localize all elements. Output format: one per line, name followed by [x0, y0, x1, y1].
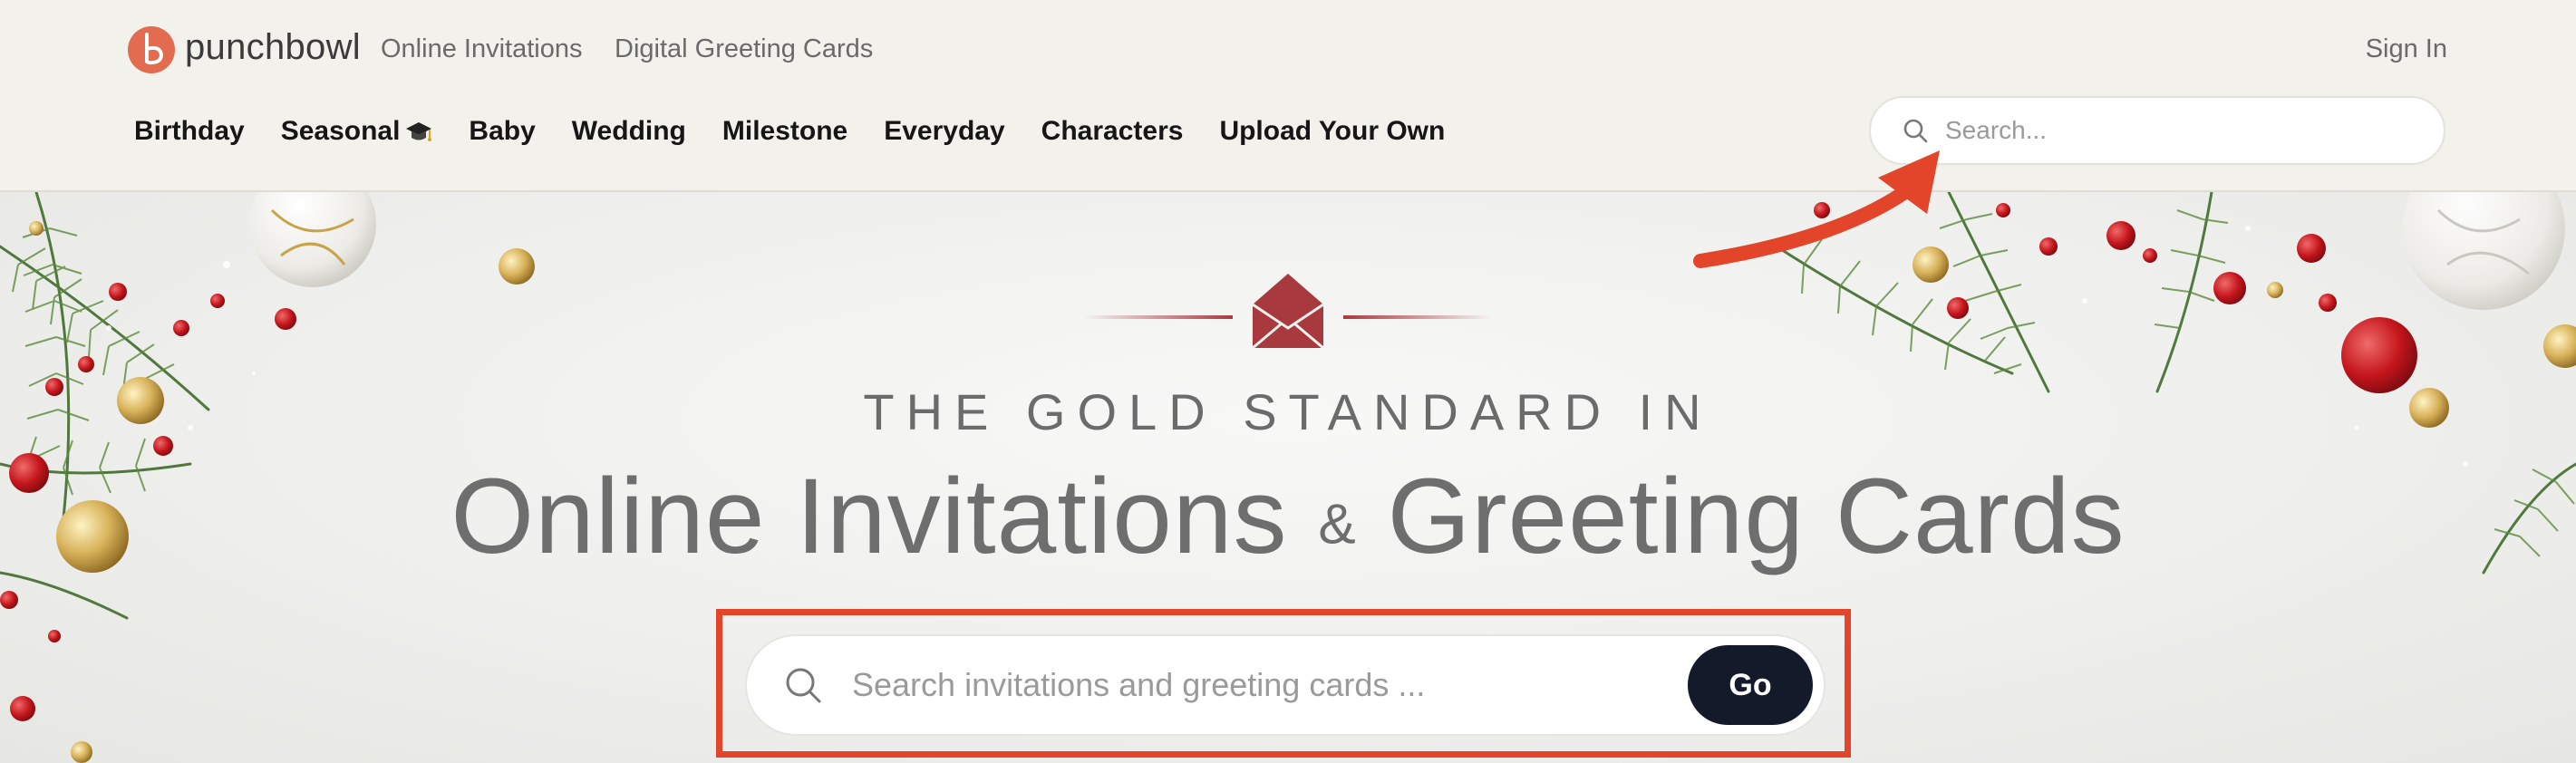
header-search-input[interactable]	[1943, 115, 2418, 146]
emblem-line-right	[1343, 315, 1492, 319]
search-icon	[786, 668, 821, 703]
headline-ampersand: &	[1318, 493, 1357, 556]
category-nav: Birthday Seasonal Baby Wedding Milestone…	[134, 116, 1481, 147]
nav-item-seasonal[interactable]: Seasonal	[281, 116, 433, 147]
hero-kicker: THE GOLD STANDARD IN	[863, 383, 1713, 440]
hero-search-input[interactable]	[850, 665, 1633, 705]
graduation-cap-icon	[406, 122, 432, 141]
header-search-box[interactable]	[1869, 96, 2445, 165]
go-button[interactable]: Go	[1688, 645, 1813, 725]
brand-name: punchbowl	[185, 26, 361, 67]
hero-banner: THE GOLD STANDARD IN Online Invitations …	[0, 192, 2576, 763]
nav-item-label: Seasonal	[280, 116, 401, 146]
sign-in-link[interactable]: Sign In	[2366, 34, 2447, 64]
nav-item-everyday[interactable]: Everyday	[884, 116, 1004, 147]
punchbowl-logo-icon	[128, 26, 175, 73]
search-icon	[1903, 119, 1928, 143]
nav-item-milestone[interactable]: Milestone	[722, 116, 847, 147]
envelope-icon	[1252, 274, 1324, 350]
nav-item-baby[interactable]: Baby	[469, 116, 535, 147]
hero-search-box[interactable]: Go	[745, 634, 1825, 736]
online-invitations-link[interactable]: Online Invitations	[381, 34, 582, 64]
nav-item-characters[interactable]: Characters	[1041, 116, 1184, 147]
headline-part-1: Online Invitations	[450, 457, 1319, 576]
digital-greeting-cards-link[interactable]: Digital Greeting Cards	[615, 34, 873, 64]
nav-item-upload-your-own[interactable]: Upload Your Own	[1219, 116, 1445, 147]
hero-headline: Online Invitations & Greeting Cards	[0, 455, 2576, 578]
nav-item-birthday[interactable]: Birthday	[134, 116, 245, 147]
headline-part-2: Greeting Cards	[1356, 457, 2126, 576]
nav-item-wedding[interactable]: Wedding	[572, 116, 686, 147]
emblem-line-left	[1084, 315, 1233, 319]
punchbowl-logo[interactable]: punchbowl	[127, 25, 361, 74]
site-header: punchbowl Online Invitations Digital Gre…	[0, 0, 2576, 192]
